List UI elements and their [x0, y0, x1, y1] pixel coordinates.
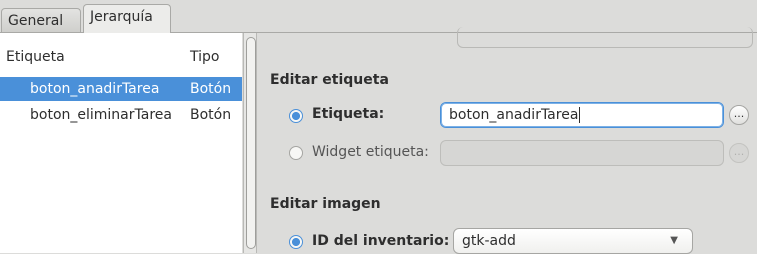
section-edit-image: Editar imagen: [270, 196, 381, 212]
tab-jerarquia[interactable]: Jerarquía: [83, 4, 171, 33]
chevron-down-icon: ▼: [670, 235, 678, 246]
frame-edge: [457, 27, 753, 48]
pane-splitter[interactable]: [243, 33, 257, 253]
section-edit-label: Editar etiqueta: [270, 72, 389, 88]
etiqueta-value: boton_anadirTarea: [449, 107, 579, 123]
tab-general[interactable]: General: [1, 8, 81, 32]
splitter-handle[interactable]: [246, 37, 256, 249]
tree-row[interactable]: boton_anadirTarea Botón: [0, 77, 242, 101]
etiqueta-more-button[interactable]: ...: [729, 105, 749, 125]
row-etiqueta: boton_anadirTarea: [30, 81, 160, 97]
hierarchy-tree: Etiqueta Tipo boton_anadirTarea Botón bo…: [0, 33, 242, 253]
radio-etiqueta[interactable]: [289, 109, 303, 123]
column-header-tipo[interactable]: Tipo: [190, 49, 219, 65]
etiqueta-input[interactable]: boton_anadirTarea: [440, 102, 724, 128]
text-caret: [579, 107, 581, 123]
property-editor: Editar etiqueta Etiqueta: boton_anadirTa…: [257, 27, 757, 254]
stock-id-dropdown[interactable]: gtk-add ▼: [453, 228, 693, 254]
label-stock-id[interactable]: ID del inventario:: [312, 233, 449, 249]
tree-header: Etiqueta Tipo: [0, 49, 242, 71]
row-etiqueta: boton_eliminarTarea: [30, 107, 172, 123]
row-tipo: Botón: [190, 107, 232, 123]
column-header-etiqueta[interactable]: Etiqueta: [6, 49, 65, 65]
radio-widget-etiqueta[interactable]: [289, 146, 303, 160]
label-widget-etiqueta[interactable]: Widget etiqueta:: [312, 144, 429, 160]
stock-id-value: gtk-add: [462, 233, 516, 249]
widget-etiqueta-input: [440, 140, 724, 166]
tree-row[interactable]: boton_eliminarTarea Botón: [0, 103, 242, 127]
widget-etiqueta-more-button: ...: [729, 143, 749, 163]
label-etiqueta[interactable]: Etiqueta:: [312, 106, 384, 122]
radio-stock-id[interactable]: [289, 235, 303, 249]
row-tipo: Botón: [190, 81, 232, 97]
